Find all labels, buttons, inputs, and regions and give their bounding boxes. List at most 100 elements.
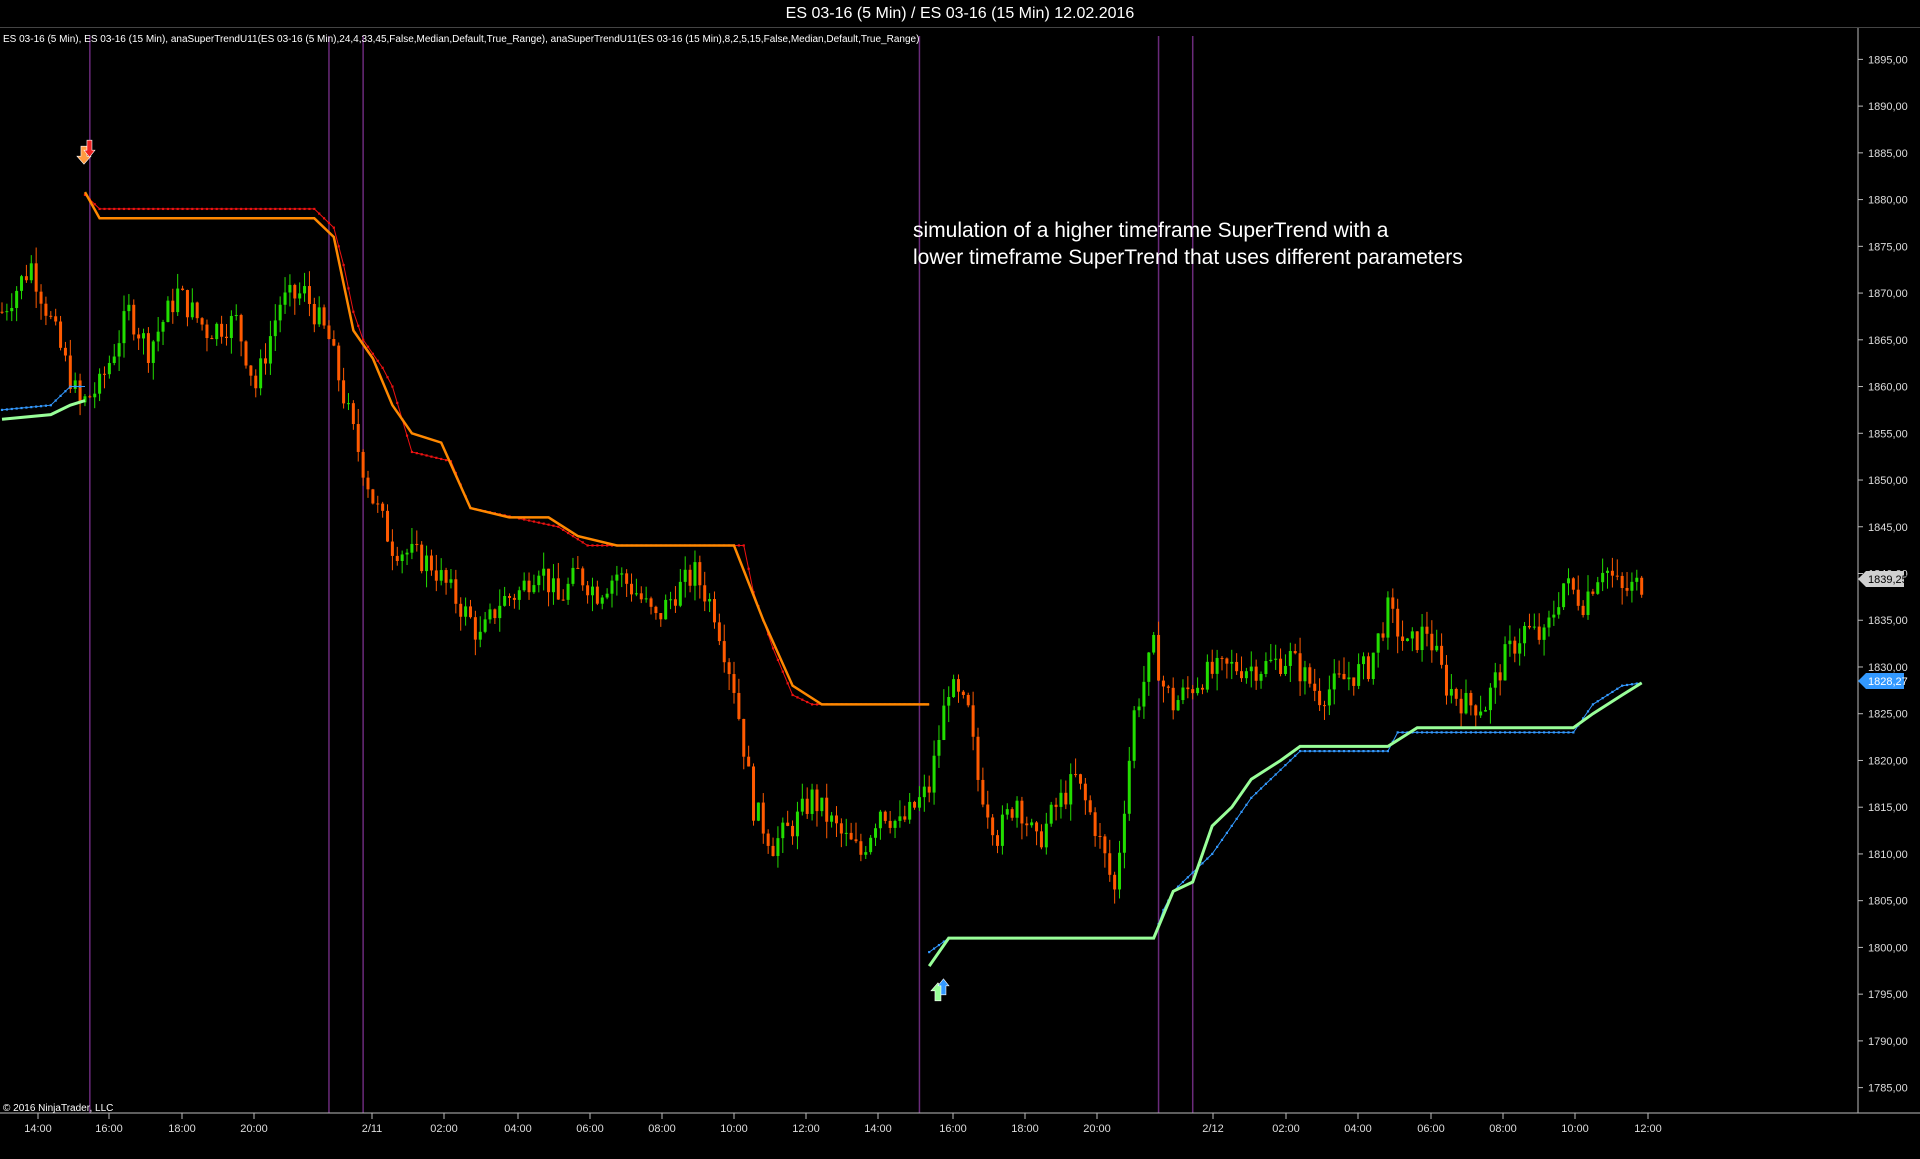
window-title: ES 03-16 (5 Min) / ES 03-16 (15 Min) 12.… <box>0 0 1920 28</box>
supertrend-dot <box>220 207 223 211</box>
candle-body <box>1430 633 1434 651</box>
supertrend-dot <box>332 226 335 229</box>
candle-body <box>483 619 487 632</box>
candle-body <box>952 679 956 698</box>
supertrend-dot <box>225 207 228 211</box>
candle-body <box>849 832 853 840</box>
supertrend-dot <box>1225 831 1228 835</box>
supertrend-dot <box>1518 731 1521 734</box>
candle-body <box>888 820 892 828</box>
candle-body <box>1342 673 1346 680</box>
candle-body <box>1362 656 1366 665</box>
candle-body <box>625 573 629 584</box>
supertrend-dot <box>1377 750 1380 753</box>
supertrend-dot <box>1216 845 1219 849</box>
candle-body <box>981 779 985 805</box>
candle-body <box>878 811 882 829</box>
candle-body <box>468 606 472 618</box>
candle-body <box>722 641 726 663</box>
candle-body <box>49 315 53 317</box>
candle-body <box>1069 774 1073 805</box>
supertrend-dot <box>303 207 306 211</box>
supertrend-dot <box>571 535 575 538</box>
candle-body <box>1410 631 1414 639</box>
candle-body <box>737 692 741 719</box>
supertrend-dot <box>601 544 604 547</box>
supertrend-dot <box>1401 731 1404 734</box>
candle-body <box>1571 578 1575 590</box>
candle-body <box>488 609 492 620</box>
candle-body <box>156 331 160 342</box>
candle-body <box>1537 626 1541 640</box>
candle-body <box>1030 822 1034 826</box>
y-tick-label: 1890,00 <box>1868 101 1908 113</box>
supertrend-dot <box>1274 773 1277 776</box>
candle-body <box>395 555 399 562</box>
supertrend-dot <box>742 544 745 547</box>
candle-body <box>874 828 878 838</box>
candle-body <box>1283 665 1287 674</box>
candle-body <box>556 578 560 600</box>
candle-body <box>610 580 614 594</box>
candle-body <box>688 569 692 586</box>
indicator-label: ES 03-16 (5 Min), ES 03-16 (15 Min), ana… <box>3 34 919 45</box>
x-tick-label: 20:00 <box>240 1123 268 1135</box>
price-chart[interactable]: 1785,00 1790,00 1795,00 1800,00 1805,00 1810,… <box>0 28 1920 1159</box>
candle-body <box>1108 853 1112 875</box>
supertrend-dot <box>1386 750 1390 753</box>
candle-body <box>903 816 907 820</box>
supertrend-dot <box>20 406 23 410</box>
x-tick-label: 02:00 <box>430 1123 458 1135</box>
candle-body <box>1332 673 1336 690</box>
x-tick-label: 06:00 <box>1417 1123 1445 1135</box>
supertrend-dot <box>1284 764 1287 767</box>
supertrend-dot <box>928 950 931 954</box>
supertrend-dot <box>235 207 238 211</box>
candle-body <box>498 605 502 619</box>
candle-body <box>332 339 336 346</box>
annotation-line-2: lower timeframe SuperTrend that uses dif… <box>913 246 1463 269</box>
supertrend-dot <box>1381 750 1385 753</box>
candle-body <box>1118 852 1122 890</box>
candle-body <box>171 300 175 313</box>
supertrend-dot <box>1245 803 1248 806</box>
candle-body <box>29 263 33 281</box>
supertrend-dot <box>147 207 150 211</box>
candle-body <box>376 503 380 505</box>
candle-body <box>44 303 48 316</box>
stop-label: 1828,27 <box>1868 676 1908 688</box>
candle-body <box>1059 792 1063 807</box>
candle-body <box>425 555 429 572</box>
supertrend-dot <box>1318 750 1321 753</box>
candle-body <box>181 288 185 291</box>
candle-body <box>1166 686 1170 688</box>
supertrend-dot <box>171 207 174 211</box>
supertrend-dot <box>259 207 262 211</box>
y-tick-label: 1805,00 <box>1868 896 1908 908</box>
candle-body <box>810 789 814 814</box>
candle-body <box>346 403 350 405</box>
candle-body <box>1157 634 1161 681</box>
candle-body <box>1401 636 1405 641</box>
supertrend-dot <box>1289 759 1292 762</box>
supertrend-dot <box>410 450 414 454</box>
supertrend-dot <box>1601 697 1604 700</box>
candle-body <box>571 567 575 584</box>
supertrend-dot <box>391 385 394 388</box>
supertrend-dot <box>796 696 799 699</box>
candle-body <box>932 755 936 793</box>
supertrend-dot <box>737 544 740 547</box>
candle-body <box>176 288 180 313</box>
candle-body <box>107 362 111 375</box>
supertrend-dot <box>1435 731 1438 734</box>
x-tick-label: 08:00 <box>1489 1123 1517 1135</box>
supertrend-dot <box>293 207 296 211</box>
candle-body <box>229 315 233 339</box>
supertrend-dot <box>591 544 594 547</box>
candle-body <box>698 562 702 586</box>
candle-body <box>800 798 804 812</box>
candle-body <box>63 347 67 356</box>
candle-body <box>547 568 551 593</box>
supertrend-dot <box>1323 750 1326 753</box>
supertrend-dot <box>1308 750 1311 753</box>
